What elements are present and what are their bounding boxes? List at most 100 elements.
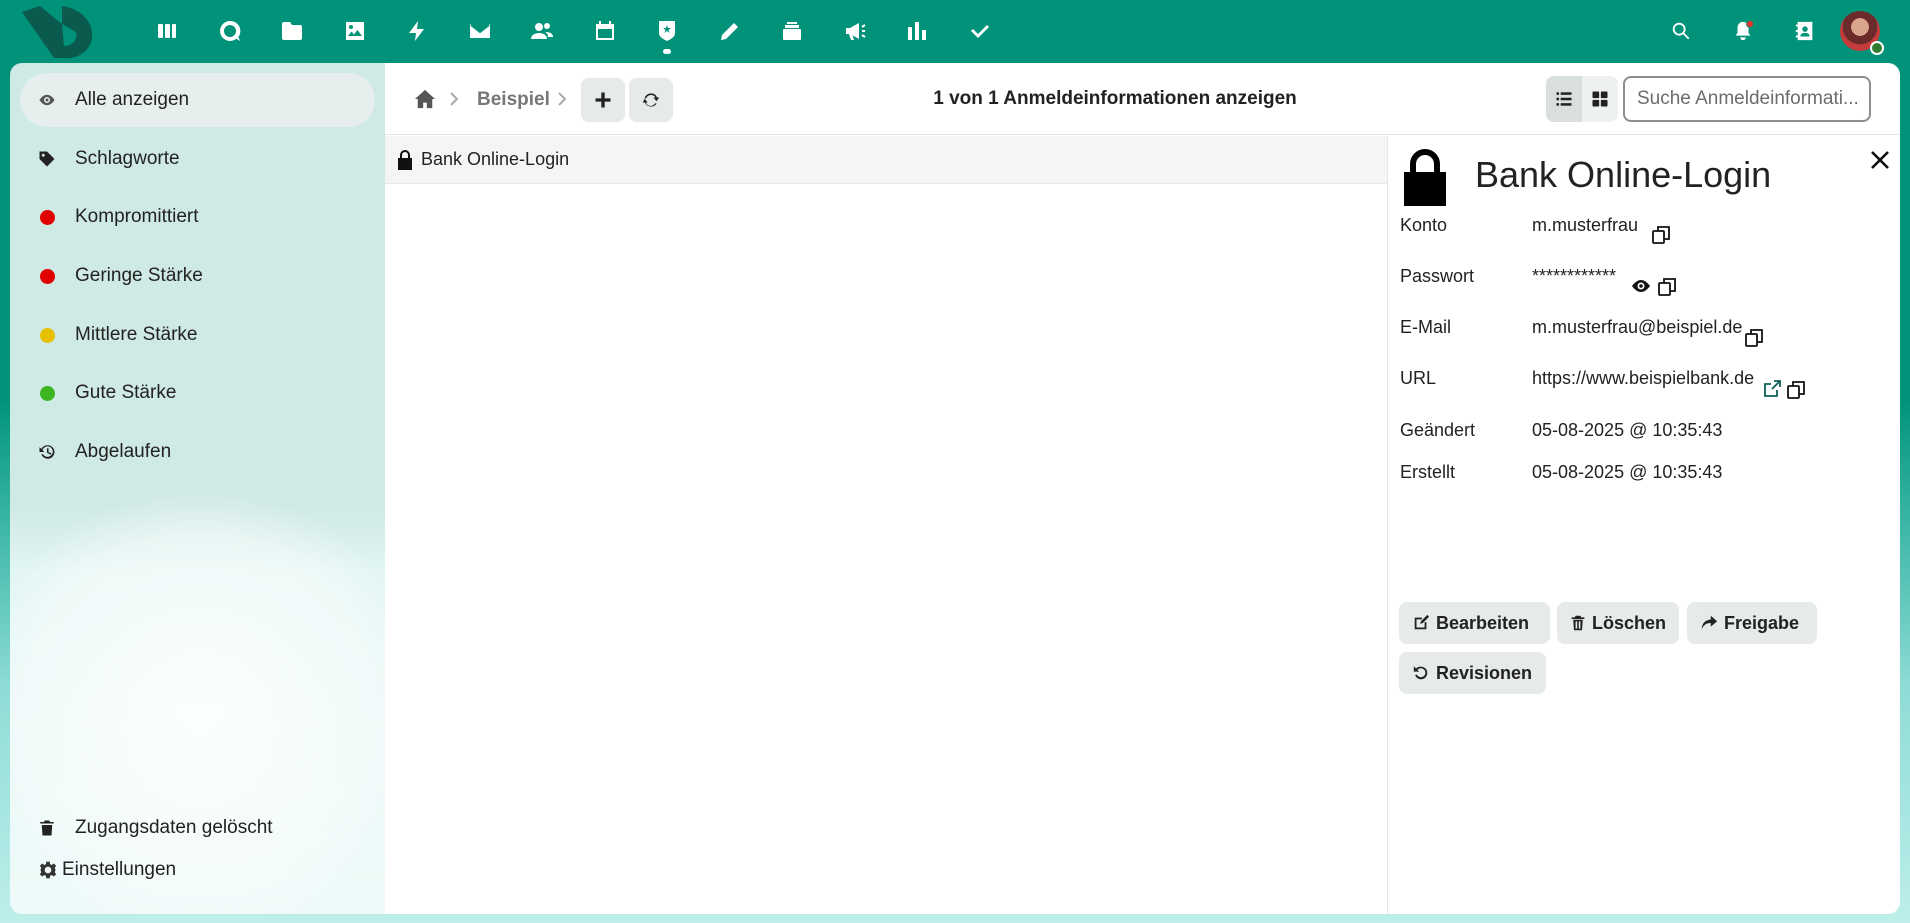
red-dot-icon bbox=[37, 266, 57, 286]
field-value-password: ************ bbox=[1532, 266, 1617, 286]
sidebar-item-deleted[interactable]: Zugangsdaten gelöscht bbox=[20, 801, 375, 855]
sidebar-item-compromised[interactable]: Kompromittiert bbox=[20, 190, 375, 244]
copy-icon[interactable] bbox=[1786, 380, 1806, 400]
sidebar-item-weak[interactable]: Geringe Stärke bbox=[20, 249, 375, 303]
tasks-icon[interactable] bbox=[949, 8, 1012, 54]
eye-icon[interactable] bbox=[1631, 276, 1651, 296]
dashboard-icon[interactable] bbox=[136, 8, 199, 54]
top-bar bbox=[0, 0, 1910, 63]
talk-icon[interactable] bbox=[199, 8, 262, 54]
sidebar-item-medium[interactable]: Mittlere Stärke bbox=[20, 308, 375, 362]
trash-icon bbox=[1571, 615, 1585, 631]
files-icon[interactable] bbox=[261, 8, 324, 54]
mail-icon[interactable] bbox=[449, 8, 512, 54]
contacts-menu-icon[interactable] bbox=[1774, 8, 1836, 54]
view-toggle bbox=[1546, 76, 1618, 122]
passwords-icon[interactable] bbox=[636, 8, 699, 54]
app-logo[interactable] bbox=[18, 4, 96, 60]
header-right bbox=[1650, 8, 1884, 55]
copy-icon[interactable] bbox=[1744, 328, 1764, 348]
user-avatar[interactable] bbox=[1840, 11, 1884, 55]
status-dot bbox=[39, 327, 55, 343]
close-icon bbox=[1871, 151, 1889, 169]
grid-icon bbox=[1592, 91, 1608, 107]
activity-icon[interactable] bbox=[386, 8, 449, 54]
sidebar-item-label: Schlagworte bbox=[75, 148, 180, 169]
field-value-email: m.musterfrau@beispiel.de bbox=[1532, 317, 1743, 337]
revisions-button[interactable]: Revisionen bbox=[1399, 652, 1546, 694]
lock-icon bbox=[1402, 148, 1448, 206]
field-value-url: https://www.beispielbank.de bbox=[1532, 368, 1755, 388]
red-dot-icon bbox=[37, 207, 57, 227]
sidebar: Alle anzeigen Schlagworte Kompromittiert… bbox=[10, 63, 385, 914]
copy-icon[interactable] bbox=[1657, 277, 1677, 297]
notification-badge bbox=[1746, 20, 1754, 28]
eye-icon bbox=[37, 90, 57, 110]
field-value-modified: 05-08-2025 @ 10:35:43 bbox=[1532, 420, 1723, 440]
field-label-account: Konto bbox=[1400, 215, 1448, 235]
detail-panel: Bank Online-Login Konto m.musterfrau Pas… bbox=[1387, 136, 1900, 914]
sidebar-item-label: Mittlere Stärke bbox=[75, 324, 198, 345]
field-label-modified: Geändert bbox=[1400, 420, 1476, 440]
main-content: Beispiel 1 von 1 Anmeldeinformationen an… bbox=[385, 63, 1900, 914]
sidebar-item-label: Abgelaufen bbox=[75, 441, 172, 462]
delete-button-label: Löschen bbox=[1591, 612, 1666, 633]
green-dot-icon bbox=[37, 383, 57, 403]
revisions-button-label: Revisionen bbox=[1436, 662, 1533, 683]
announcements-icon[interactable] bbox=[824, 8, 887, 54]
field-label-url: URL bbox=[1400, 368, 1437, 388]
list-view-button[interactable] bbox=[1546, 76, 1582, 122]
history-icon bbox=[37, 442, 57, 462]
notes-icon[interactable] bbox=[699, 8, 762, 54]
field-value-account: m.musterfrau bbox=[1532, 215, 1639, 235]
trash-icon bbox=[37, 818, 57, 838]
sidebar-item-good[interactable]: Gute Stärke bbox=[20, 366, 375, 420]
sidebar-item-label: Alle anzeigen bbox=[75, 89, 190, 110]
copy-icon[interactable] bbox=[1651, 225, 1671, 245]
notifications-icon[interactable] bbox=[1712, 8, 1774, 54]
list-icon bbox=[1556, 92, 1572, 106]
photos-icon[interactable] bbox=[324, 8, 387, 54]
sidebar-item-label: Zugangsdaten gelöscht bbox=[75, 817, 273, 838]
sidebar-item-label: Gute Stärke bbox=[75, 382, 177, 403]
edit-button[interactable]: Bearbeiten bbox=[1399, 602, 1550, 644]
field-value-created: 05-08-2025 @ 10:35:43 bbox=[1532, 462, 1723, 482]
yellow-dot-icon bbox=[37, 325, 57, 345]
analytics-icon[interactable] bbox=[886, 8, 949, 54]
share-button-label: Freigabe bbox=[1724, 612, 1800, 633]
online-status-icon bbox=[1870, 41, 1884, 55]
share-button[interactable]: Freigabe bbox=[1687, 602, 1817, 644]
status-dot bbox=[39, 268, 55, 284]
list-item-label: Bank Online-Login bbox=[421, 149, 570, 169]
grid-view-button[interactable] bbox=[1582, 76, 1618, 122]
settings-button[interactable]: Einstellungen bbox=[38, 859, 176, 881]
field-label-created: Erstellt bbox=[1400, 462, 1456, 482]
lock-icon bbox=[398, 149, 412, 170]
sidebar-item-show-all[interactable]: Alle anzeigen bbox=[20, 73, 375, 127]
list-item[interactable]: Bank Online-Login bbox=[385, 136, 1387, 184]
sidebar-item-expired[interactable]: Abgelaufen bbox=[20, 425, 375, 479]
edit-icon bbox=[1414, 614, 1430, 630]
status-dot bbox=[39, 209, 55, 225]
external-link-icon[interactable] bbox=[1762, 379, 1782, 399]
search-input[interactable] bbox=[1623, 76, 1871, 122]
share-icon bbox=[1701, 615, 1718, 630]
status-dot bbox=[39, 385, 55, 401]
gear-icon bbox=[39, 861, 57, 879]
field-label-password: Passwort bbox=[1400, 266, 1475, 286]
settings-label: Einstellungen bbox=[62, 859, 177, 880]
undo-icon bbox=[1413, 666, 1428, 680]
sidebar-item-tags[interactable]: Schlagworte bbox=[20, 132, 375, 186]
deck-icon[interactable] bbox=[761, 8, 824, 54]
edit-button-label: Bearbeiten bbox=[1436, 612, 1530, 633]
search-icon[interactable] bbox=[1650, 8, 1712, 54]
sidebar-item-label: Kompromittiert bbox=[75, 206, 199, 227]
contacts-icon[interactable] bbox=[511, 8, 574, 54]
credentials-list: Bank Online-Login bbox=[385, 136, 1387, 184]
field-label-email: E-Mail bbox=[1400, 317, 1452, 337]
close-button[interactable] bbox=[1868, 148, 1892, 172]
tag-icon bbox=[37, 149, 57, 169]
calendar-icon[interactable] bbox=[574, 8, 637, 54]
app-menu bbox=[136, 8, 1011, 54]
delete-button[interactable]: Löschen bbox=[1557, 602, 1679, 644]
